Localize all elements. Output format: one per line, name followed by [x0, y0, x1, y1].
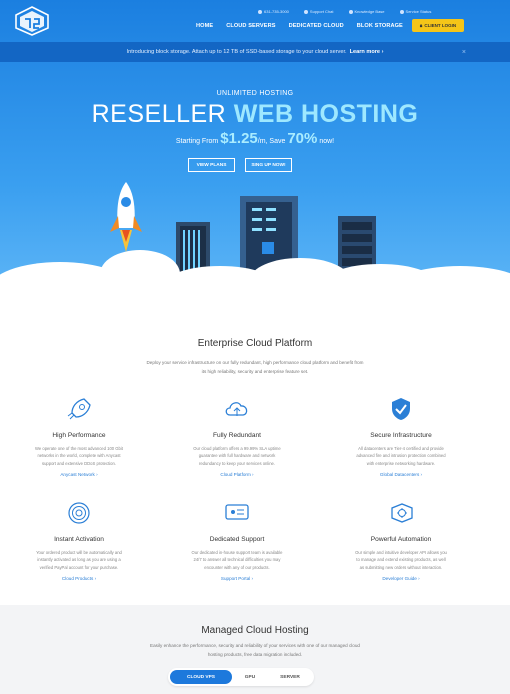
phone-icon [258, 9, 262, 14]
promo-bar: Introducing block storage. Attach up to … [0, 42, 510, 62]
feature-link[interactable]: Global Datacenters › [336, 472, 466, 477]
chat-icon [303, 9, 308, 14]
hero-subtitle: UNLIMITED HOSTING [216, 90, 294, 97]
cloud-upload-icon [225, 402, 248, 416]
managed-title: Managed Cloud Hosting [201, 625, 309, 636]
feature-card: Instant Activation Your ordered product … [14, 500, 144, 581]
feature-link[interactable]: Cloud Platform › [172, 472, 302, 477]
nav-cloud-servers[interactable]: CLOUD SERVERS [226, 22, 275, 29]
feature-link[interactable]: Support Portal › [172, 576, 302, 581]
nav-home[interactable]: HOME [196, 22, 213, 29]
brand-logo[interactable] [14, 6, 50, 36]
hero-title: RESELLER WEB HOSTING [91, 100, 419, 128]
check-icon [399, 9, 404, 14]
feature-card: Dedicated Support Our dedicated in-house… [172, 500, 302, 581]
feature-card: High Performance We operate one of the m… [14, 396, 144, 477]
section-title: Enterprise Cloud Platform [197, 338, 313, 349]
phone-link[interactable]: 631-735-3000 [258, 9, 289, 14]
section-intro: Deploy your service infrastructure on ou… [146, 360, 364, 374]
rocket-illustration [110, 182, 142, 252]
book-icon [348, 9, 353, 14]
main-nav: HOME CLOUD SERVERS DEDICATED CLOUD BLOK … [196, 22, 403, 29]
enterprise-section: Enterprise Cloud Platform Deploy your se… [0, 308, 510, 608]
client-login-button[interactable]: 🔒︎ CLIENT LOGIN [412, 19, 464, 32]
support-chat-icon [225, 504, 249, 520]
feature-link[interactable]: Developer Guide › [336, 576, 466, 581]
lock-icon: 🔒︎ [419, 23, 423, 28]
hero-section: 631-735-3000 Support Chat Knowledge Base… [0, 0, 510, 308]
automation-icon [391, 503, 413, 523]
feature-card: Powerful Automation Our simple and intui… [336, 500, 466, 581]
fingerprint-icon [68, 502, 90, 524]
top-links: 631-735-3000 Support Chat Knowledge Base… [258, 9, 431, 14]
hero-pricing: Starting From $1.25/m, Save 70% now! [175, 130, 335, 147]
tab-server[interactable]: SERVER [268, 670, 312, 684]
promo-text: Introducing block storage. Attach up to … [126, 49, 347, 55]
hero-illustration [0, 182, 510, 308]
nav-blok-storage[interactable]: BLOK STORAGE [357, 22, 403, 29]
feature-card: Secure Infrastructure All datacenters ar… [336, 396, 466, 477]
shield-check-icon [392, 398, 410, 420]
service-status-link[interactable]: Service Status [399, 9, 431, 14]
support-chat-link[interactable]: Support Chat [303, 9, 334, 14]
price-value: $1.25 [220, 130, 258, 147]
rocket-icon [67, 398, 91, 420]
feature-card: Fully Redundant Our cloud platform offer… [172, 396, 302, 477]
managed-tabs: CLOUD VPS GPU SERVER [168, 668, 314, 686]
managed-intro: Easily enhance the performance, security… [150, 643, 360, 657]
knowledge-base-link[interactable]: Knowledge Base [348, 9, 385, 14]
feature-link[interactable]: Anycast Network › [14, 472, 144, 477]
nav-dedicated-cloud[interactable]: DEDICATED CLOUD [289, 22, 344, 29]
save-percent: 70% [287, 130, 318, 147]
feature-link[interactable]: Cloud Products › [14, 576, 144, 581]
tab-gpu[interactable]: GPU [232, 670, 268, 684]
tab-cloud-vps[interactable]: CLOUD VPS [170, 670, 232, 684]
promo-learn-more-link[interactable]: Learn more › [350, 49, 384, 55]
close-icon[interactable]: × [462, 49, 466, 56]
